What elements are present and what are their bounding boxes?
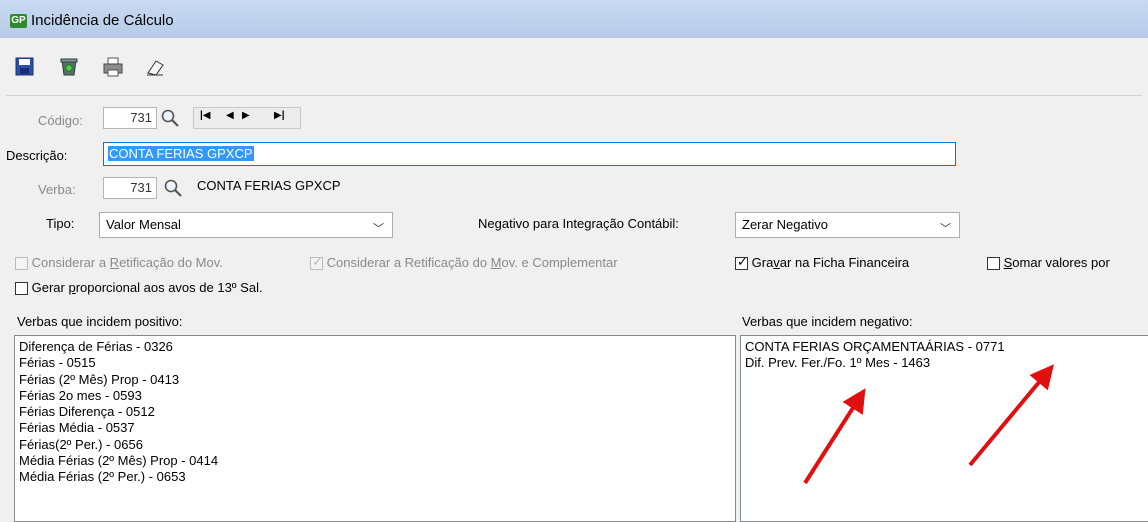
negativo-label: Negativo para Integração Contábil: <box>478 216 679 231</box>
list-item[interactable]: Dif. Prev. Fer./Fo. 1º Mes - 1463 <box>745 355 1144 371</box>
descricao-label: Descrição: <box>6 148 68 163</box>
save-icon <box>15 57 34 76</box>
verba-field[interactable]: 731 <box>103 177 157 199</box>
list-item[interactable]: Férias Média - 0537 <box>19 420 731 436</box>
delete-button[interactable] <box>58 56 82 80</box>
tipo-selected-value: Valor Mensal <box>106 217 181 232</box>
checkmark-icon: ✓ <box>312 254 323 270</box>
verba-description: CONTA FERIAS GPXCP <box>197 178 341 193</box>
list-item[interactable]: Férias Diferença - 0512 <box>19 404 731 420</box>
checkbox-retificacao[interactable] <box>15 257 28 271</box>
check-somar-valores[interactable]: Somar valores por <box>987 255 1110 271</box>
search-icon[interactable] <box>160 108 180 128</box>
negativo-select[interactable]: Zerar Negativo ﹀ <box>735 212 960 238</box>
next-record-icon[interactable]: ▶ <box>242 110 250 121</box>
list-item[interactable]: Diferença de Férias - 0326 <box>19 339 731 355</box>
check-gerar-proporcional[interactable]: Gerar proporcional aos avos de 13º Sal. <box>15 280 263 296</box>
save-button[interactable] <box>14 56 38 80</box>
check-retificacao-complementar[interactable]: ✓ Considerar a Retificação do Mov. e Com… <box>310 254 618 271</box>
list-item[interactable]: CONTA FERIAS ORÇAMENTAÁRIAS - 0771 <box>745 339 1144 355</box>
positivo-list-label: Verbas que incidem positivo: <box>17 314 183 329</box>
tipo-label: Tipo: <box>46 216 75 231</box>
prev-record-icon[interactable]: ◀ <box>226 110 234 121</box>
check-retificacao[interactable]: Considerar a Retificação do Mov. <box>15 255 223 271</box>
app-logo: GP <box>10 14 27 28</box>
checkbox-somar-valores[interactable] <box>987 257 1000 271</box>
tipo-select[interactable]: Valor Mensal ﹀ <box>99 212 393 238</box>
last-record-icon[interactable]: ▶| <box>274 110 285 121</box>
chevron-down-icon: ﹀ <box>373 223 384 235</box>
verba-label: Verba: <box>38 182 76 197</box>
check-gravar-ficha[interactable]: ✓ Gravar na Ficha Financeira <box>735 254 909 271</box>
record-navigator: |◀ ◀ ▶ ▶| <box>193 107 301 129</box>
codigo-field[interactable]: 731 <box>103 107 157 129</box>
chevron-down-icon: ﹀ <box>940 223 951 235</box>
descricao-selected-text: CONTA FERIAS GPXCP <box>108 146 254 161</box>
eraser-icon <box>147 60 164 76</box>
window-title: Incidência de Cálculo <box>31 12 174 29</box>
negativo-selected-value: Zerar Negativo <box>742 217 828 232</box>
checkmark-icon: ✓ <box>737 254 748 270</box>
checkbox-retificacao-complementar[interactable]: ✓ <box>310 254 323 271</box>
list-item[interactable]: Média Férias (2º Per.) - 0653 <box>19 469 731 485</box>
positivo-listbox[interactable]: Diferença de Férias - 0326 Férias - 0515 F… <box>14 335 736 522</box>
list-item[interactable]: Férias(2º Per.) - 0656 <box>19 437 731 453</box>
checkbox-gravar-ficha[interactable]: ✓ <box>735 254 748 271</box>
list-item[interactable]: Média Férias (2º Mês) Prop - 0414 <box>19 453 731 469</box>
print-button[interactable] <box>102 56 126 80</box>
toolbar-separator <box>6 95 1142 96</box>
codigo-label: Código: <box>38 113 83 128</box>
list-item[interactable]: Férias - 0515 <box>19 355 731 371</box>
print-icon <box>103 57 123 77</box>
verba-search-icon[interactable] <box>163 178 183 198</box>
list-item[interactable]: Férias 2o mes - 0593 <box>19 388 731 404</box>
toolbar <box>0 56 300 84</box>
list-item[interactable]: Férias (2º Mês) Prop - 0413 <box>19 372 731 388</box>
first-record-icon[interactable]: |◀ <box>200 110 211 121</box>
delete-icon <box>60 58 78 76</box>
checkbox-gerar-proporcional[interactable] <box>15 282 28 296</box>
clear-button[interactable] <box>144 56 168 80</box>
negativo-list-label: Verbas que incidem negativo: <box>742 314 913 329</box>
negativo-listbox[interactable]: CONTA FERIAS ORÇAMENTAÁRIAS - 0771 Dif. P… <box>740 335 1148 522</box>
descricao-input[interactable]: CONTA FERIAS GPXCP <box>103 142 956 166</box>
